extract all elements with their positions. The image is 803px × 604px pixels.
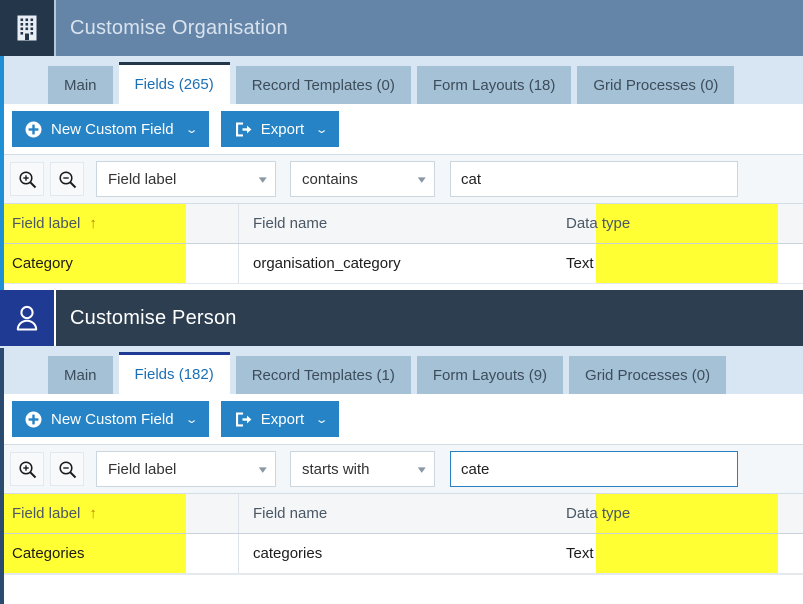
person-actionbar: New Custom Field ⌄ Export ⌄ bbox=[0, 394, 803, 444]
filter-operator-value: starts with bbox=[302, 460, 370, 478]
chevron-down-icon: ⌄ bbox=[314, 123, 329, 136]
cell-data-type: Text bbox=[554, 534, 803, 573]
column-header-field-name[interactable]: Field name bbox=[238, 494, 554, 533]
new-custom-field-label: New Custom Field bbox=[51, 120, 174, 138]
zoom-in-icon[interactable] bbox=[10, 162, 44, 196]
screenshot-root: Customise Organisation Main Fields (265)… bbox=[0, 0, 803, 604]
chevron-down-icon: ⌄ bbox=[314, 413, 329, 426]
tab-grid-processes[interactable]: Grid Processes (0) bbox=[577, 66, 735, 104]
grid-bottom-divider bbox=[0, 574, 803, 575]
export-button[interactable]: Export ⌄ bbox=[220, 111, 340, 147]
person-titlebar: Customise Person bbox=[0, 290, 803, 346]
column-header-field-name[interactable]: Field name bbox=[238, 204, 554, 243]
cell-field-name: categories bbox=[238, 534, 554, 573]
plus-circle-icon bbox=[25, 121, 42, 138]
column-header-data-type[interactable]: Data type bbox=[554, 494, 803, 533]
filter-field-value: Field label bbox=[108, 460, 177, 478]
grid-header-row: Field label ↑ Field name Data type bbox=[0, 204, 803, 244]
tab-main[interactable]: Main bbox=[48, 66, 113, 104]
zoom-out-icon[interactable] bbox=[50, 452, 84, 486]
tab-record-templates[interactable]: Record Templates (1) bbox=[235, 356, 411, 394]
building-icon bbox=[0, 0, 56, 56]
organisation-actionbar: New Custom Field ⌄ Export ⌄ bbox=[0, 104, 803, 154]
filter-search-input[interactable] bbox=[450, 161, 738, 197]
cell-field-label: Category bbox=[0, 244, 238, 283]
chevron-down-icon: ⌄ bbox=[184, 413, 199, 426]
chevron-down-icon: ▾ bbox=[259, 464, 268, 476]
new-custom-field-label: New Custom Field bbox=[51, 410, 174, 428]
highlight-overlay bbox=[596, 534, 778, 573]
customise-organisation-panel: Customise Organisation Main Fields (265)… bbox=[0, 0, 803, 290]
table-row[interactable]: Category organisation_category Text bbox=[0, 244, 803, 284]
organisation-filterbar: Field label ▾ contains ▾ bbox=[0, 154, 803, 204]
zoom-out-icon[interactable] bbox=[50, 162, 84, 196]
filter-operator-value: contains bbox=[302, 170, 358, 188]
export-button[interactable]: Export ⌄ bbox=[220, 401, 340, 437]
new-custom-field-button[interactable]: New Custom Field ⌄ bbox=[12, 111, 209, 147]
export-icon bbox=[234, 411, 252, 428]
column-header-field-label[interactable]: Field label ↑ bbox=[0, 204, 238, 243]
person-fields-grid: Field label ↑ Field name Data type Categ… bbox=[0, 494, 803, 575]
export-icon bbox=[234, 121, 252, 138]
organisation-fields-grid: Field label ↑ Field name Data type Categ… bbox=[0, 204, 803, 284]
left-accent-strip bbox=[0, 348, 4, 604]
tab-form-layouts[interactable]: Form Layouts (18) bbox=[416, 66, 572, 104]
tab-fields[interactable]: Fields (265) bbox=[118, 62, 230, 104]
cell-data-type: Text bbox=[554, 244, 803, 283]
tab-main[interactable]: Main bbox=[48, 356, 113, 394]
left-accent-strip bbox=[0, 56, 4, 290]
filter-operator-select[interactable]: contains ▾ bbox=[290, 161, 435, 197]
tab-record-templates[interactable]: Record Templates (0) bbox=[235, 66, 411, 104]
chevron-down-icon: ▾ bbox=[259, 174, 268, 186]
tab-grid-processes[interactable]: Grid Processes (0) bbox=[569, 356, 727, 394]
chevron-down-icon: ⌄ bbox=[184, 123, 199, 136]
filter-field-value: Field label bbox=[108, 170, 177, 188]
person-tabstrip: Main Fields (182) Record Templates (1) F… bbox=[0, 346, 803, 394]
customise-person-panel: Customise Person Main Fields (182) Recor… bbox=[0, 290, 803, 604]
chevron-down-icon: ▾ bbox=[418, 464, 427, 476]
filter-operator-select[interactable]: starts with ▾ bbox=[290, 451, 435, 487]
column-header-field-label[interactable]: Field label ↑ bbox=[0, 494, 238, 533]
cell-field-name: organisation_category bbox=[238, 244, 554, 283]
zoom-in-icon[interactable] bbox=[10, 452, 44, 486]
page-title: Customise Organisation bbox=[70, 16, 288, 39]
highlight-overlay bbox=[596, 244, 778, 283]
person-icon bbox=[0, 290, 56, 346]
export-label: Export bbox=[260, 410, 305, 428]
chevron-down-icon: ▾ bbox=[418, 174, 427, 186]
filter-field-select[interactable]: Field label ▾ bbox=[96, 161, 276, 197]
organisation-titlebar: Customise Organisation bbox=[0, 0, 803, 56]
sort-ascending-icon: ↑ bbox=[89, 215, 97, 232]
grid-header-row: Field label ↑ Field name Data type bbox=[0, 494, 803, 534]
plus-circle-icon bbox=[25, 411, 42, 428]
sort-ascending-icon: ↑ bbox=[89, 505, 97, 522]
new-custom-field-button[interactable]: New Custom Field ⌄ bbox=[12, 401, 209, 437]
export-label: Export bbox=[260, 120, 305, 138]
organisation-tabstrip: Main Fields (265) Record Templates (0) F… bbox=[0, 56, 803, 104]
cell-field-label: Categories bbox=[0, 534, 238, 573]
filter-field-select[interactable]: Field label ▾ bbox=[96, 451, 276, 487]
tab-form-layouts[interactable]: Form Layouts (9) bbox=[416, 356, 564, 394]
tab-fields[interactable]: Fields (182) bbox=[118, 352, 230, 394]
person-filterbar: Field label ▾ starts with ▾ bbox=[0, 444, 803, 494]
column-header-data-type[interactable]: Data type bbox=[554, 204, 803, 243]
table-row[interactable]: Categories categories Text bbox=[0, 534, 803, 574]
page-title: Customise Person bbox=[70, 306, 237, 329]
filter-search-input[interactable] bbox=[450, 451, 738, 487]
